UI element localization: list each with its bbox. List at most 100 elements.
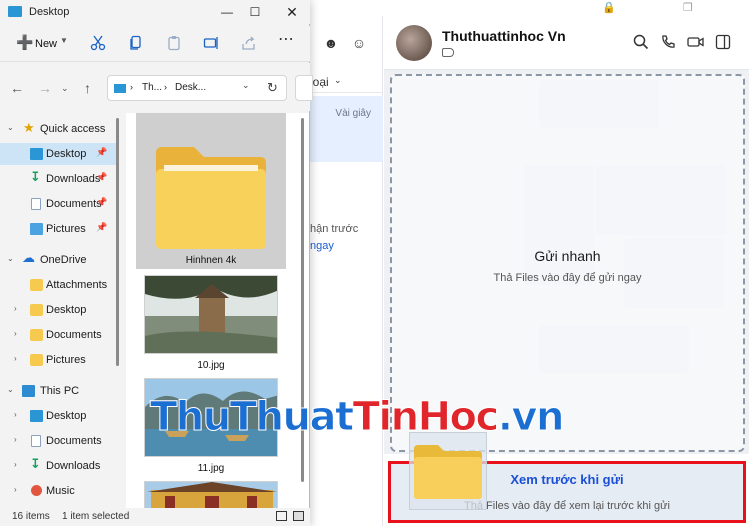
nav-item-documents[interactable]: Documents 📌 bbox=[0, 193, 118, 215]
file-tile-image[interactable] bbox=[144, 481, 278, 508]
nav-item-label: Documents bbox=[46, 329, 102, 341]
chat-header: Thuthuattinhoc Vn bbox=[384, 16, 749, 70]
desktop-icon bbox=[30, 148, 43, 160]
minimize-button[interactable]: — bbox=[216, 3, 238, 21]
search-input[interactable] bbox=[295, 75, 313, 101]
close-button[interactable]: ✕ bbox=[281, 3, 303, 21]
nav-item-this-pc[interactable]: ⌄ This PC bbox=[0, 380, 118, 402]
pin-icon: 📌 bbox=[96, 197, 108, 207]
desktop-folder-icon bbox=[8, 6, 22, 17]
chevron-right-icon[interactable]: › bbox=[14, 329, 17, 338]
breadcrumb-separator-icon: › bbox=[130, 82, 133, 92]
folder-icon bbox=[30, 354, 43, 366]
nav-item-pc-documents[interactable]: › Documents bbox=[0, 430, 118, 452]
nav-item-label: Downloads bbox=[46, 173, 101, 185]
chevron-right-icon[interactable]: › bbox=[14, 485, 17, 494]
status-bar: 16 items 1 item selected bbox=[0, 508, 310, 526]
nav-item-attachments[interactable]: Attachments bbox=[0, 274, 118, 296]
restore-icon[interactable]: ❐ bbox=[683, 1, 693, 14]
file-tile-folder[interactable]: Hinhnen 4k bbox=[136, 113, 286, 269]
nav-item-pictures[interactable]: Pictures 📌 bbox=[0, 218, 118, 240]
nav-item-label: Music bbox=[46, 485, 75, 497]
breadcrumb-desktop[interactable]: Desk... bbox=[175, 82, 206, 93]
conversation-row[interactable]: Vài giây bbox=[310, 96, 383, 162]
drop-zone-subtitle: Thả Files vào đây để gửi ngay bbox=[493, 272, 642, 284]
nav-item-label: Documents bbox=[46, 435, 102, 447]
drop-zone-title: Gửi nhanh bbox=[534, 248, 601, 264]
tag-icon[interactable] bbox=[442, 48, 454, 57]
nav-item-label: Desktop bbox=[46, 304, 87, 316]
nav-item-pc-downloads[interactable]: › ↧ Downloads bbox=[0, 455, 118, 477]
chevron-right-icon[interactable]: › bbox=[14, 304, 17, 313]
lock-icon[interactable]: 🔒 bbox=[602, 1, 616, 14]
download-icon: ↧ bbox=[30, 169, 41, 184]
breadcrumb-this-pc[interactable]: Th... bbox=[142, 82, 162, 93]
pin-icon: 📌 bbox=[96, 147, 108, 157]
folder-icon bbox=[30, 279, 43, 291]
nav-item-pc-desktop[interactable]: › Desktop bbox=[0, 405, 118, 427]
nav-item-onedrive-documents[interactable]: › Documents bbox=[0, 324, 118, 346]
file-list-pane: Hinhnen 4k 10.jpg 11.jpg bbox=[126, 113, 309, 508]
file-name: 10.jpg bbox=[197, 360, 225, 371]
conversation-filter[interactable]: loại ⌄ bbox=[310, 71, 383, 93]
cut-icon[interactable] bbox=[90, 35, 106, 51]
chevron-right-icon[interactable]: › bbox=[14, 460, 17, 469]
conversation-snippet-link[interactable]: ngay bbox=[310, 240, 334, 252]
chat-titlebar: 🔒 ❐ bbox=[310, 0, 749, 16]
create-group-icon[interactable]: ☺ bbox=[350, 34, 368, 52]
navigation-scrollbar[interactable] bbox=[116, 118, 119, 366]
file-tile-image[interactable]: 10.jpg bbox=[144, 275, 278, 371]
watermark-part: ThuThuat bbox=[150, 394, 355, 441]
nav-item-onedrive-desktop[interactable]: › Desktop bbox=[0, 299, 118, 321]
forward-arrow-icon[interactable]: → bbox=[38, 80, 52, 96]
back-arrow-icon[interactable]: ← bbox=[10, 80, 24, 96]
watermark-logo: ThuThuatTinHoc.vn bbox=[150, 394, 565, 441]
nav-item-label: Attachments bbox=[46, 279, 108, 291]
share-icon[interactable] bbox=[241, 35, 257, 51]
chevron-right-icon[interactable]: › bbox=[14, 410, 17, 419]
nav-item-onedrive-pictures[interactable]: › Pictures bbox=[0, 349, 118, 371]
chevron-down-icon[interactable]: ⌄ bbox=[7, 385, 14, 394]
rename-icon[interactable] bbox=[203, 35, 219, 51]
paste-icon[interactable] bbox=[166, 35, 182, 51]
music-icon bbox=[31, 485, 42, 496]
nav-item-pc-music[interactable]: › Music bbox=[0, 480, 118, 502]
plus-icon: ➕ bbox=[16, 34, 34, 50]
chevron-right-icon[interactable]: › bbox=[14, 435, 17, 444]
large-icons-view-icon[interactable] bbox=[293, 511, 304, 521]
search-icon[interactable] bbox=[633, 34, 651, 52]
add-friend-icon[interactable]: ☻ bbox=[322, 34, 340, 52]
sidebar-toggle-icon[interactable] bbox=[715, 34, 733, 52]
phone-icon[interactable] bbox=[660, 34, 678, 52]
chevron-down-icon[interactable]: ⌄ bbox=[7, 254, 14, 263]
address-box[interactable]: › Th... › Desk... ⌄ ↻ bbox=[107, 75, 287, 101]
chevron-down-icon[interactable]: ⌄ bbox=[242, 80, 250, 91]
chevron-down-icon[interactable]: ⌄ bbox=[7, 123, 14, 132]
file-name: Hinhnen 4k bbox=[185, 255, 237, 266]
nav-item-desktop[interactable]: Desktop 📌 bbox=[0, 143, 118, 165]
video-call-icon[interactable] bbox=[687, 34, 705, 52]
explorer-command-bar: ➕ New ▼ ⋯ bbox=[0, 26, 310, 62]
nav-item-onedrive[interactable]: ⌄ ☁ OneDrive bbox=[0, 249, 118, 271]
maximize-button[interactable]: ☐ bbox=[244, 3, 266, 21]
details-view-icon[interactable] bbox=[276, 511, 287, 521]
refresh-icon[interactable]: ↻ bbox=[267, 80, 278, 96]
recent-locations-chevron-icon[interactable]: ⌄ bbox=[61, 83, 69, 94]
nav-item-quick-access[interactable]: ⌄ ★ Quick access bbox=[0, 118, 118, 140]
more-options-icon[interactable]: ⋯ bbox=[278, 32, 294, 51]
nav-item-label: Pictures bbox=[46, 223, 86, 235]
contact-name[interactable]: Thuthuattinhoc Vn bbox=[442, 28, 566, 44]
folder-icon bbox=[414, 445, 482, 499]
up-arrow-icon[interactable]: ↑ bbox=[84, 80, 91, 96]
breadcrumb-separator-icon: › bbox=[164, 82, 167, 92]
watermark-part: .vn bbox=[497, 394, 565, 441]
copy-icon[interactable] bbox=[128, 35, 144, 51]
chevron-down-icon[interactable]: ⌄ bbox=[334, 75, 342, 86]
nav-item-downloads[interactable]: ↧ Downloads 📌 bbox=[0, 168, 118, 190]
explorer-titlebar[interactable]: Desktop — ☐ ✕ bbox=[0, 0, 310, 24]
navigation-pane: ⌄ ★ Quick access Desktop 📌 ↧ Downloads 📌… bbox=[0, 113, 125, 508]
avatar[interactable] bbox=[396, 25, 432, 61]
chevron-right-icon[interactable]: › bbox=[14, 354, 17, 363]
item-count: 16 items bbox=[12, 511, 50, 522]
nav-item-label: Desktop bbox=[46, 410, 87, 422]
